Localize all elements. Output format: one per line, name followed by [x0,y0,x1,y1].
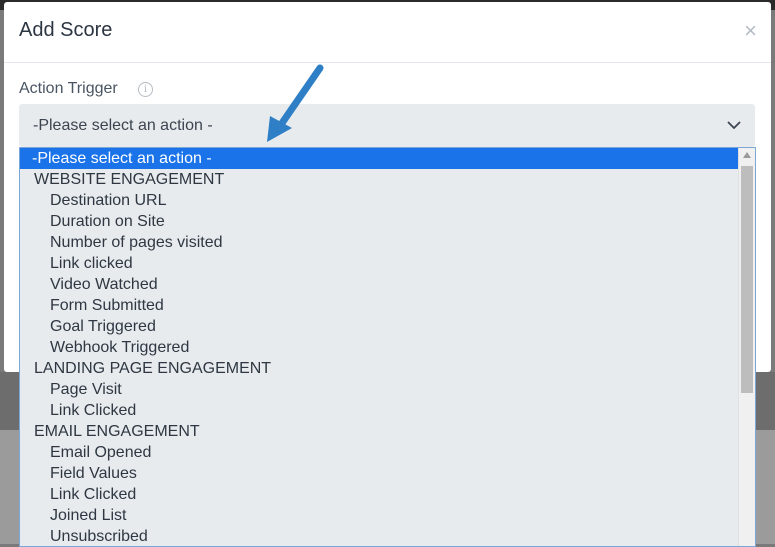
dropdown-option[interactable]: Link Clicked [20,400,755,421]
dropdown-option[interactable]: Link Clicked [20,484,755,505]
scroll-up-arrow-icon[interactable] [742,151,752,159]
dropdown-option[interactable]: Video Watched [20,274,755,295]
options-container: -Please select an action - WEBSITE ENGAGE… [20,148,755,546]
dropdown-option[interactable]: -Please select an action - [20,148,738,169]
dropdown-option[interactable]: Field Values [20,463,755,484]
dropdown-option[interactable]: Page Visit [20,379,755,400]
info-icon[interactable]: i [138,82,153,97]
modal-title: Add Score [19,19,113,41]
annotation-arrow-icon [267,64,324,142]
option-group-header: WEBSITE ENGAGEMENT [34,171,225,188]
dropdown-option[interactable]: Joined List [20,505,755,526]
dropdown-option[interactable]: Duration on Site [20,211,755,232]
modal-header: Add Score × [4,2,771,63]
close-icon[interactable]: × [744,20,757,42]
scrollbar[interactable] [738,148,755,546]
dropdown-option[interactable]: Goal Triggered [20,316,755,337]
action-dropdown-list[interactable]: -Please select an action - WEBSITE ENGAGE… [19,147,756,547]
dropdown-option[interactable]: Email Opened [20,442,755,463]
dropdown-option[interactable]: Webhook Triggered [20,337,755,358]
action-trigger-label: Action Trigger [19,80,118,97]
select-value: -Please select an action - [33,117,213,134]
dropdown-option[interactable]: Destination URL [20,190,755,211]
option-group-header: LANDING PAGE ENGAGEMENT [34,360,272,377]
dropdown-option[interactable]: Form Submitted [20,295,755,316]
chevron-down-icon [727,121,741,130]
dropdown-option[interactable]: Number of pages visited [20,232,755,253]
option-group-header: EMAIL ENGAGEMENT [34,423,200,440]
action-trigger-select[interactable]: -Please select an action - [19,104,755,147]
scroll-thumb[interactable] [741,166,753,393]
dropdown-option[interactable]: Link clicked [20,253,755,274]
